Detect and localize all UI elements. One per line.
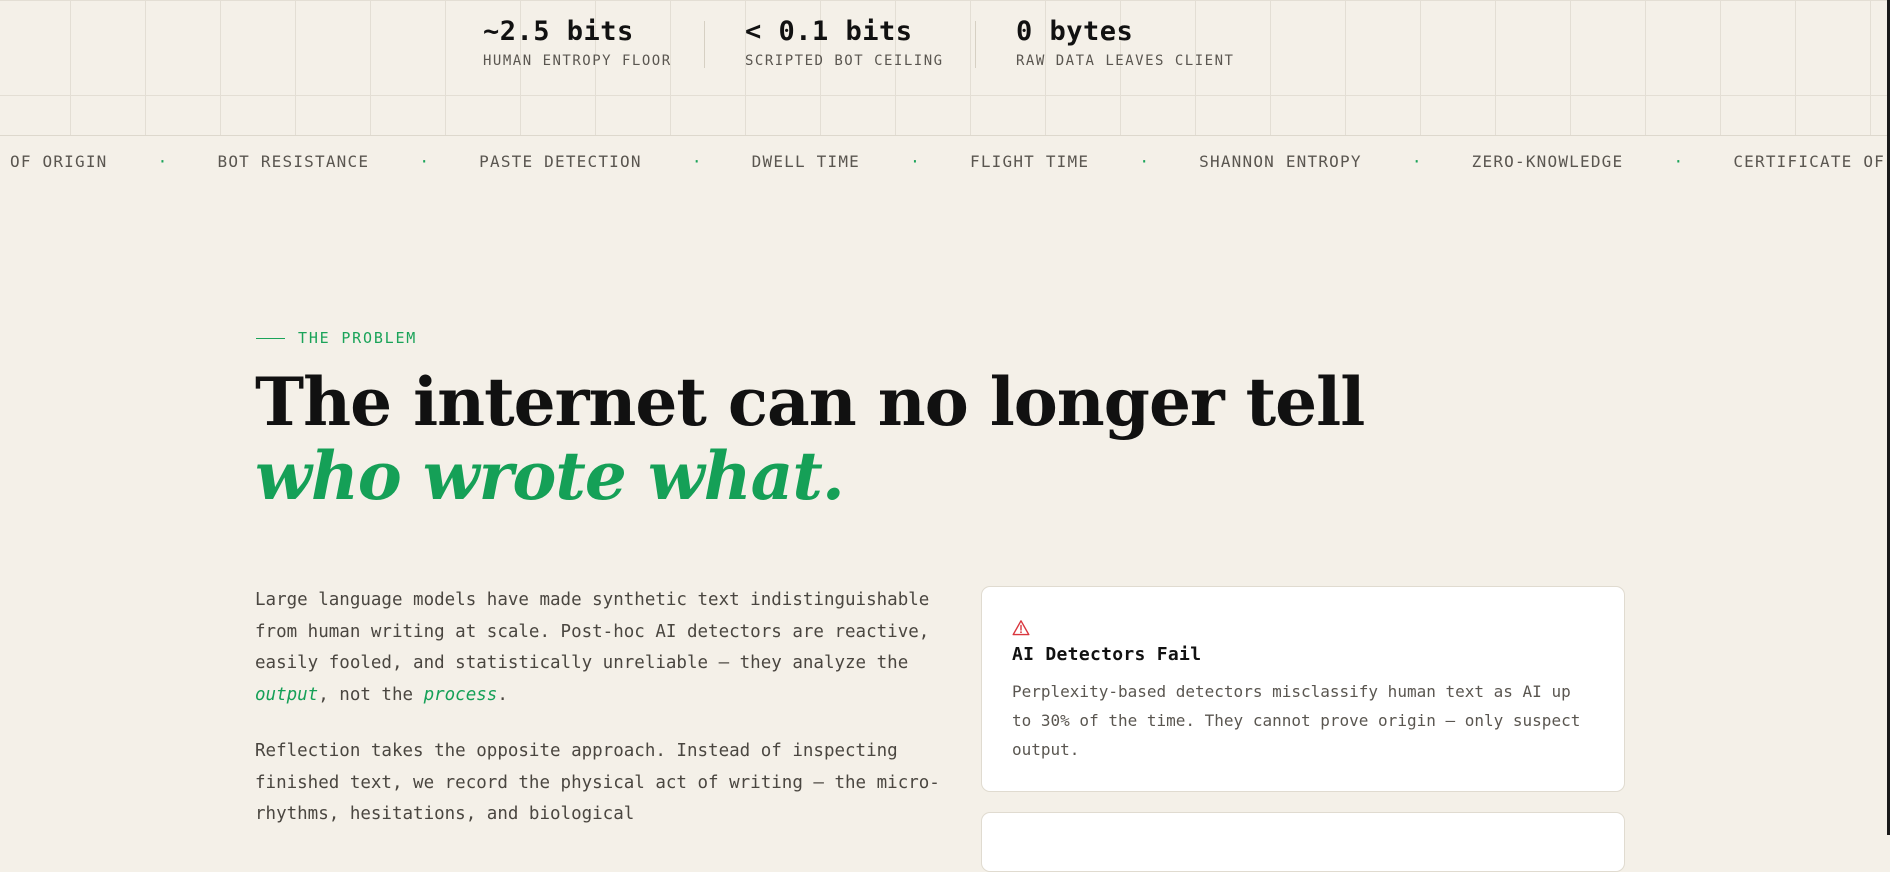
- emphasis-process: process: [423, 684, 498, 705]
- ticker-separator: ·: [1673, 152, 1684, 171]
- section-headline: The internet can no longer tell who wrot…: [255, 363, 1365, 515]
- section-eyebrow: THE PROBLEM: [256, 329, 417, 347]
- stat-raw-data: 0 bytes RAW DATA LEAVES CLIENT: [1016, 16, 1234, 69]
- feature-ticker: CERTIFICATE OF ORIGIN · BOT RESISTANCE · PAS…: [0, 136, 1890, 188]
- card-description: Perplexity-based detectors misclassify h…: [1012, 682, 1581, 759]
- ticker-separator: ·: [691, 152, 702, 171]
- info-card-ai-detectors: AI Detectors Fail Perplexity-based detec…: [981, 586, 1625, 792]
- ticker-item: FLIGHT TIME: [970, 152, 1090, 171]
- stats-bar: ~2.5 bits HUMAN ENTROPY FLOOR < 0.1 bits…: [0, 0, 1890, 135]
- paragraph-text: .: [497, 684, 508, 705]
- paragraph-text: , not the: [318, 684, 424, 705]
- stat-bot-ceiling: < 0.1 bits SCRIPTED BOT CEILING: [745, 16, 944, 69]
- eyebrow-rule: [256, 337, 285, 339]
- ticker-item: ZERO-KNOWLEDGE: [1471, 152, 1624, 171]
- ticker-item: BOT RESISTANCE: [217, 152, 370, 171]
- headline-line-1: The internet can no longer tell: [255, 363, 1365, 441]
- stat-label: SCRIPTED BOT CEILING: [745, 53, 944, 69]
- warning-icon: [1012, 620, 1030, 636]
- stat-label: RAW DATA LEAVES CLIENT: [1016, 53, 1235, 69]
- ticker-item: PASTE DETECTION: [479, 152, 642, 171]
- stat-human-entropy: ~2.5 bits HUMAN ENTROPY FLOOR: [483, 16, 672, 69]
- ticker-row: CERTIFICATE OF ORIGIN · BOT RESISTANCE · PAS…: [0, 152, 1890, 171]
- info-card: [981, 812, 1625, 872]
- stat-divider: [704, 21, 705, 68]
- stat-value: ~2.5 bits: [483, 16, 634, 47]
- paragraph: Reflection takes the opposite approach. …: [255, 741, 940, 824]
- ticker-separator: ·: [157, 152, 168, 171]
- stat-value: 0 bytes: [1016, 16, 1134, 47]
- problem-description: Large language models have made syntheti…: [255, 585, 945, 856]
- stat-divider: [975, 21, 976, 68]
- ticker-separator: ·: [910, 152, 920, 171]
- ticker-separator: ·: [1411, 152, 1422, 171]
- ticker-item: CERTIFICATE OF ORIGIN: [0, 152, 108, 171]
- ticker-item: DWELL TIME: [751, 152, 860, 171]
- eyebrow-label: THE PROBLEM: [298, 329, 418, 347]
- headline-line-2: who wrote what.: [255, 437, 845, 515]
- ticker-item: CERTIFICATE OF ORIGIN: [1733, 152, 1890, 171]
- ticker-separator: ·: [419, 152, 429, 171]
- stat-label: HUMAN ENTROPY FLOOR: [483, 53, 672, 69]
- emphasis-output: output: [255, 684, 319, 705]
- paragraph: Large language models have made syntheti…: [255, 585, 945, 711]
- ticker-separator: ·: [1139, 152, 1149, 171]
- card-title: AI Detectors Fail: [1012, 644, 1202, 665]
- paragraph-text: Large language models have made syntheti…: [255, 590, 930, 673]
- ticker-item: SHANNON ENTROPY: [1199, 152, 1362, 171]
- stat-value: < 0.1 bits: [745, 16, 913, 47]
